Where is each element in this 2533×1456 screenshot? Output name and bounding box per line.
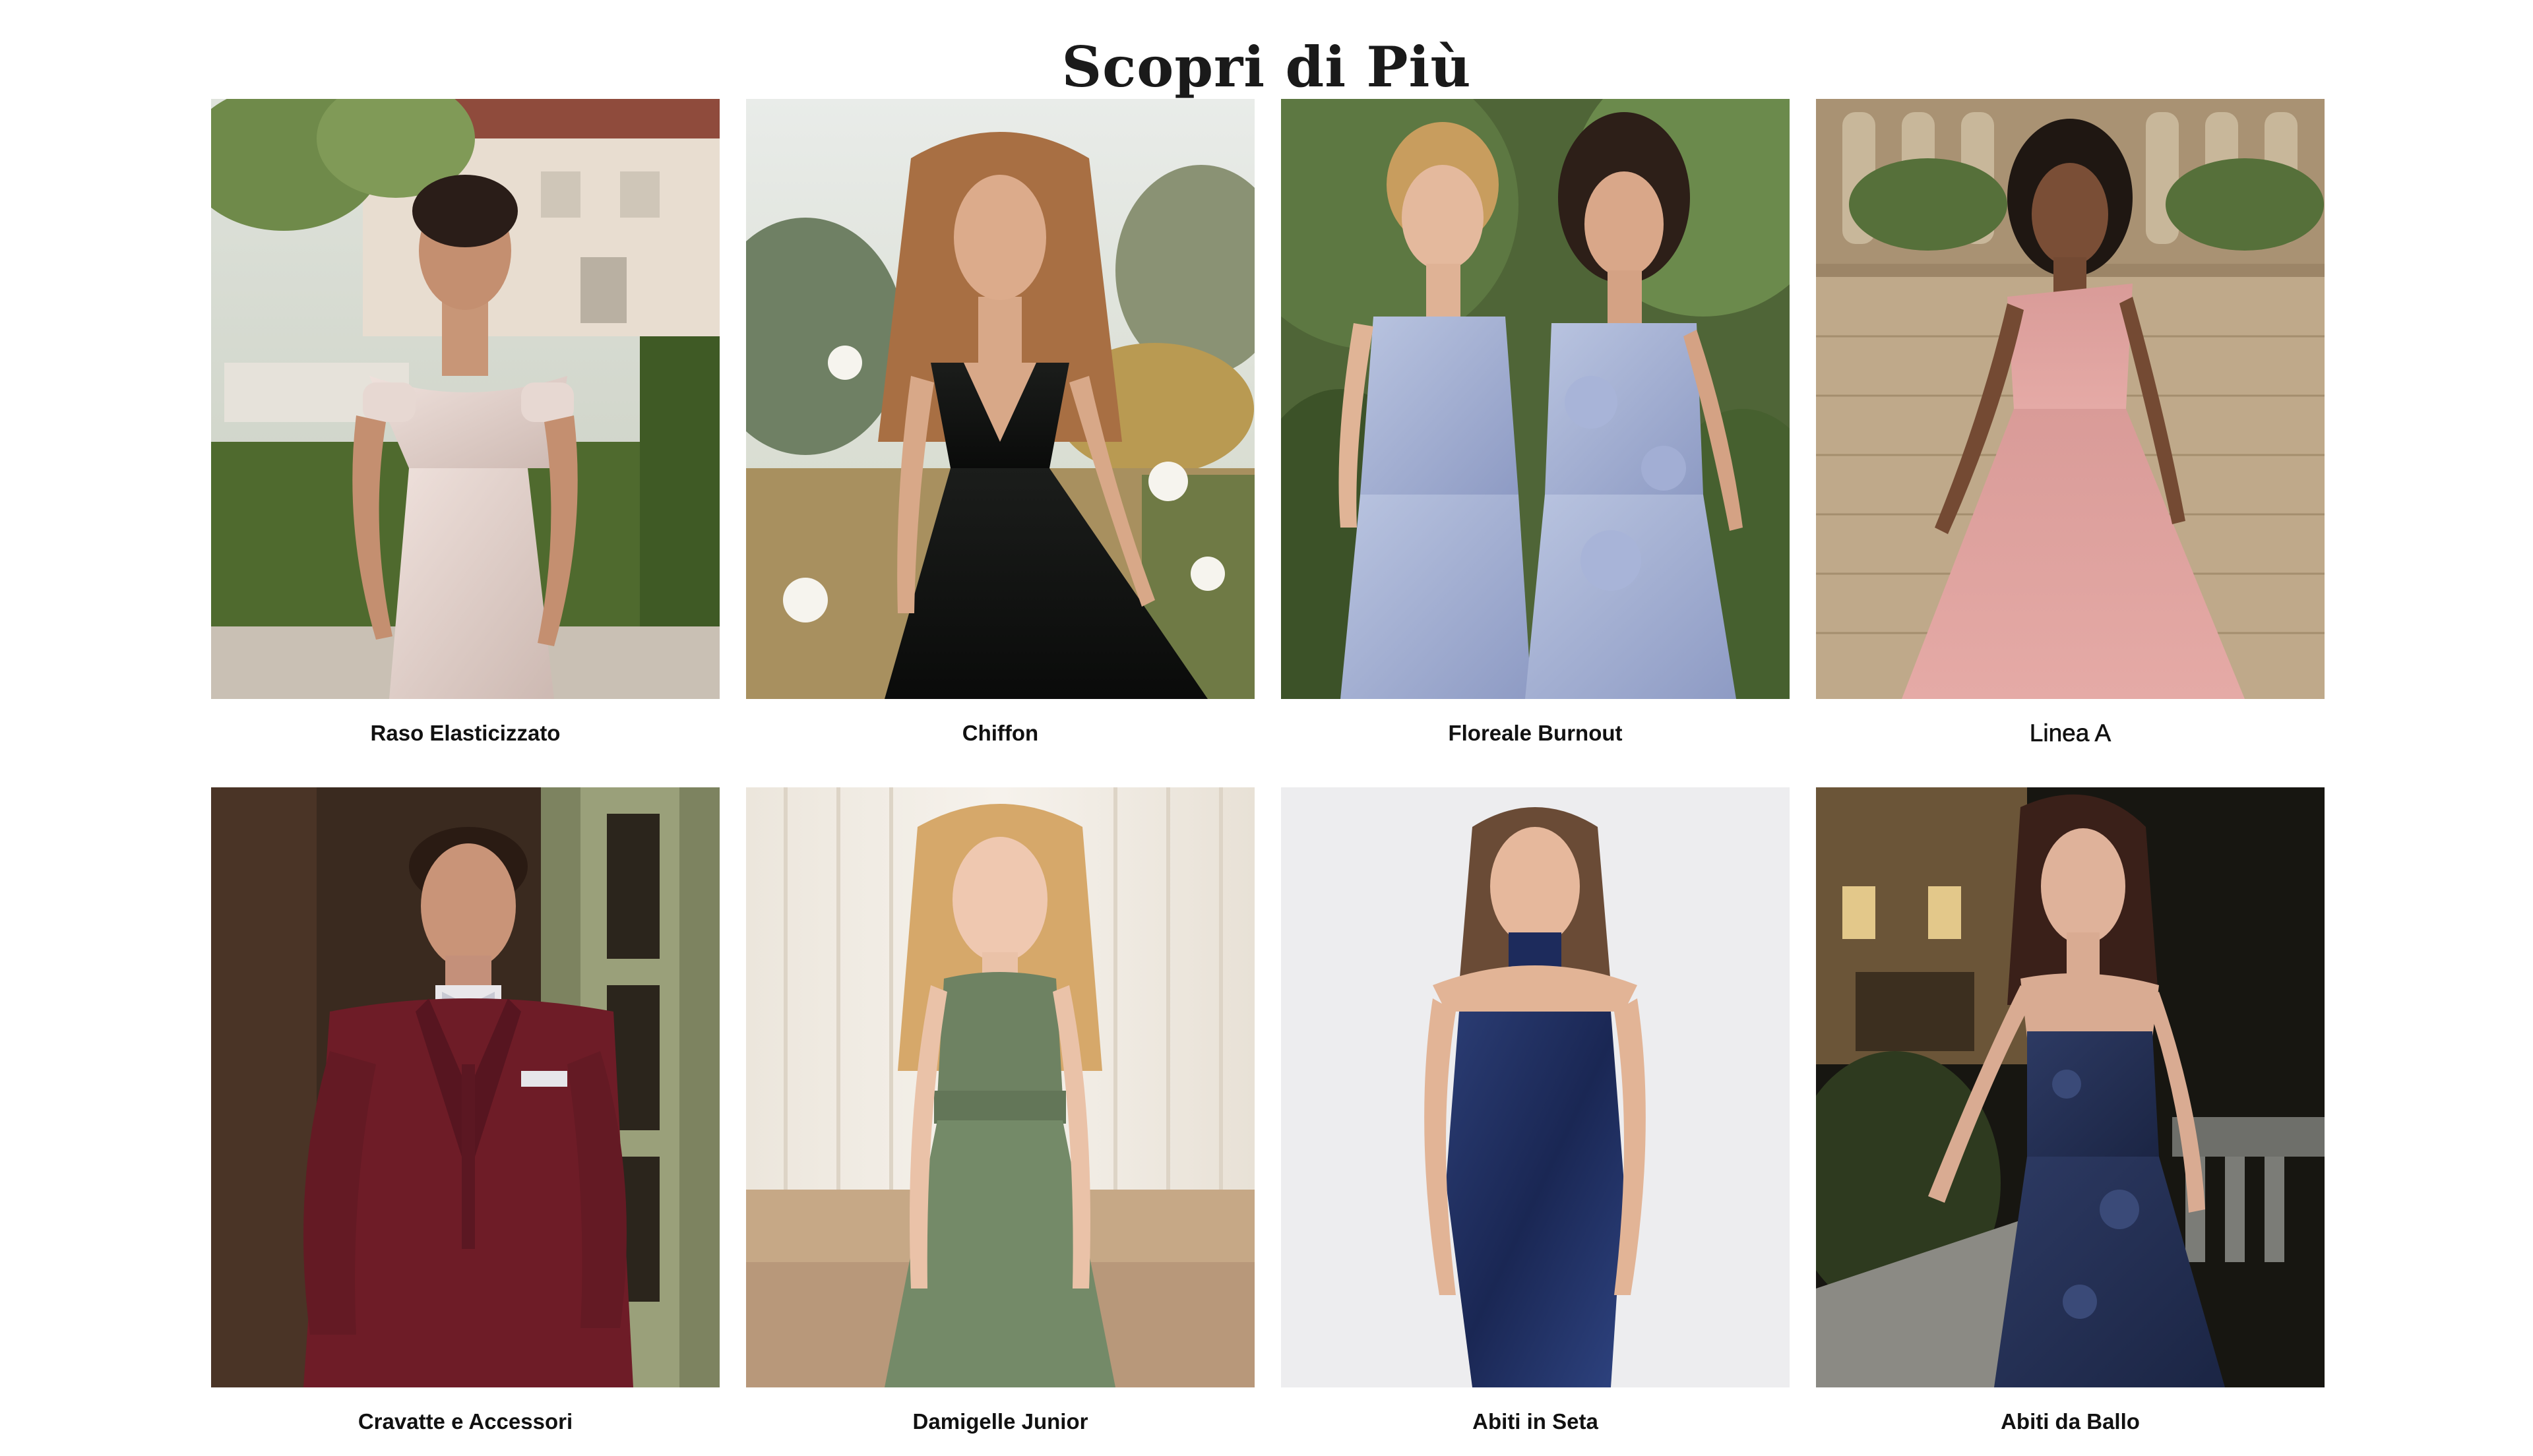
category-image-raso-elasticizzato[interactable]: [211, 99, 720, 699]
category-image-cravatte-e-accessori[interactable]: [211, 787, 720, 1387]
category-card-abiti-in-seta[interactable]: Abiti in Seta: [1281, 787, 1790, 1443]
page-title: Scopri di Più: [1061, 34, 1472, 100]
category-card-linea-a[interactable]: Linea A: [1816, 99, 2325, 754]
category-card-chiffon[interactable]: Chiffon: [746, 99, 1255, 754]
category-card-damigelle-junior[interactable]: Damigelle Junior: [746, 787, 1255, 1443]
category-grid: Raso Elasticizzato Chiffon Floreale Burn…: [211, 99, 2325, 1443]
category-card-raso-elasticizzato[interactable]: Raso Elasticizzato: [211, 99, 720, 754]
category-card-floreale-burnout[interactable]: Floreale Burnout: [1281, 99, 1790, 754]
category-label: Cravatte e Accessori: [358, 1409, 573, 1434]
category-image-damigelle-junior[interactable]: [746, 787, 1255, 1387]
category-image-abiti-da-ballo[interactable]: [1816, 787, 2325, 1387]
category-card-abiti-da-ballo[interactable]: Abiti da Ballo: [1816, 787, 2325, 1443]
category-label: Damigelle Junior: [912, 1409, 1088, 1434]
category-label: Linea A: [2029, 719, 2111, 747]
category-label: Raso Elasticizzato: [370, 721, 561, 745]
category-label: Chiffon: [962, 721, 1039, 745]
category-image-linea-a[interactable]: [1816, 99, 2325, 699]
category-image-chiffon[interactable]: [746, 99, 1255, 699]
category-card-cravatte-e-accessori[interactable]: Cravatte e Accessori: [211, 787, 720, 1443]
category-image-abiti-in-seta[interactable]: [1281, 787, 1790, 1387]
category-label: Floreale Burnout: [1448, 721, 1623, 745]
category-label: Abiti da Ballo: [2001, 1409, 2140, 1434]
category-image-floreale-burnout[interactable]: [1281, 99, 1790, 699]
category-label: Abiti in Seta: [1472, 1409, 1598, 1434]
